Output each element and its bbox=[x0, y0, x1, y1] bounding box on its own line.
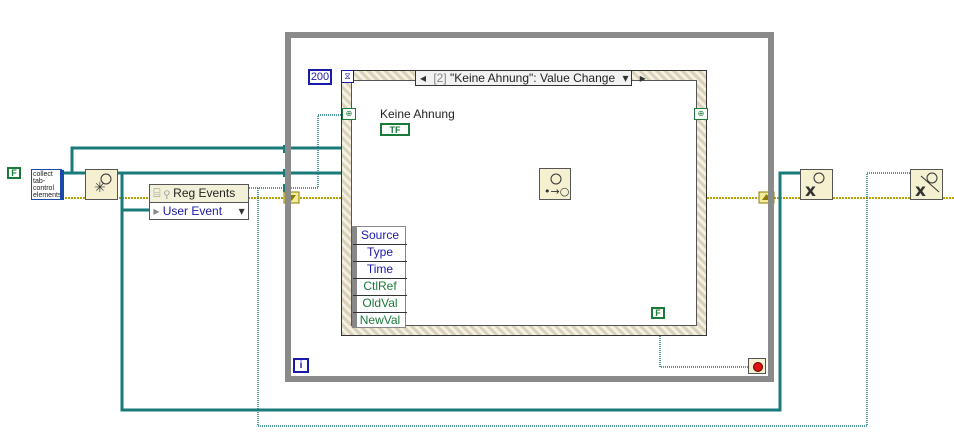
collect-elements-subvi[interactable]: collect tab-control elements bbox=[31, 169, 62, 200]
decrement-arrow-icon[interactable]: ◂ bbox=[416, 71, 430, 85]
create-user-event-node[interactable]: ✳ bbox=[85, 169, 118, 200]
dropdown-arrow-icon: ▾ bbox=[238, 204, 248, 218]
generate-event-icon: •→○ bbox=[544, 173, 569, 198]
reg-events-item[interactable]: ▸ User Event ▾ bbox=[150, 203, 248, 219]
loop-condition-terminal[interactable] bbox=[748, 358, 766, 374]
event-data-node[interactable]: Source Type Time CtlRef OldVal NewVal bbox=[352, 226, 407, 329]
dropdown-arrow-icon[interactable]: ▾ bbox=[618, 71, 632, 85]
svg-text:x: x bbox=[915, 181, 926, 199]
event-dynamic-terminal-left-icon: ⊕ bbox=[342, 108, 356, 120]
event-data-time[interactable]: Time bbox=[353, 261, 407, 279]
unregister-events-node[interactable]: x bbox=[910, 169, 943, 201]
reg-events-title: Reg Events bbox=[173, 186, 236, 200]
reg-events-header: ⌸ ⚲ Reg Events bbox=[150, 185, 248, 203]
svg-text:x: x bbox=[805, 181, 816, 199]
unregister-events-icon: x bbox=[915, 172, 940, 201]
false-constant[interactable]: F bbox=[7, 167, 21, 179]
event-data-source[interactable]: Source bbox=[353, 227, 407, 245]
subvi-connector bbox=[60, 170, 64, 200]
hourglass-icon: ⧖ bbox=[341, 70, 354, 83]
stop-icon bbox=[753, 362, 763, 372]
user-event-icon: ✳ bbox=[94, 173, 112, 196]
generate-user-event-node[interactable]: •→○ bbox=[539, 168, 571, 200]
event-data-newval[interactable]: NewVal bbox=[353, 312, 407, 329]
reg-events-icon: ⌸ ⚲ bbox=[150, 186, 174, 200]
event-case-selector[interactable]: ◂ [2] "Keine Ahnung": Value Change ▾ ▸ bbox=[415, 70, 646, 86]
event-dynamic-terminal-right-icon: ⊕ bbox=[694, 108, 708, 120]
event-data-type[interactable]: Type bbox=[353, 244, 407, 262]
control-label: Keine Ahnung bbox=[380, 107, 455, 121]
svg-text:•→○: •→○ bbox=[544, 185, 569, 198]
event-data-ctlref[interactable]: CtlRef bbox=[353, 278, 407, 296]
case-index: [2] bbox=[433, 71, 447, 85]
case-label: "Keine Ahnung": Value Change bbox=[450, 71, 616, 85]
event-data-oldval[interactable]: OldVal bbox=[353, 295, 407, 313]
destroy-user-event-node[interactable]: x bbox=[800, 169, 833, 201]
iteration-terminal: i bbox=[293, 358, 309, 373]
timeout-constant[interactable]: 200 bbox=[308, 69, 332, 85]
svg-text:✳: ✳ bbox=[94, 180, 106, 196]
register-events-node[interactable]: ⌸ ⚲ Reg Events ▸ User Event ▾ bbox=[149, 184, 249, 220]
destroy-event-icon: x bbox=[805, 172, 825, 201]
stop-false-constant[interactable]: F bbox=[651, 307, 665, 319]
increment-arrow-icon[interactable]: ▸ bbox=[636, 71, 650, 85]
boolean-terminal[interactable]: TF bbox=[380, 123, 410, 136]
